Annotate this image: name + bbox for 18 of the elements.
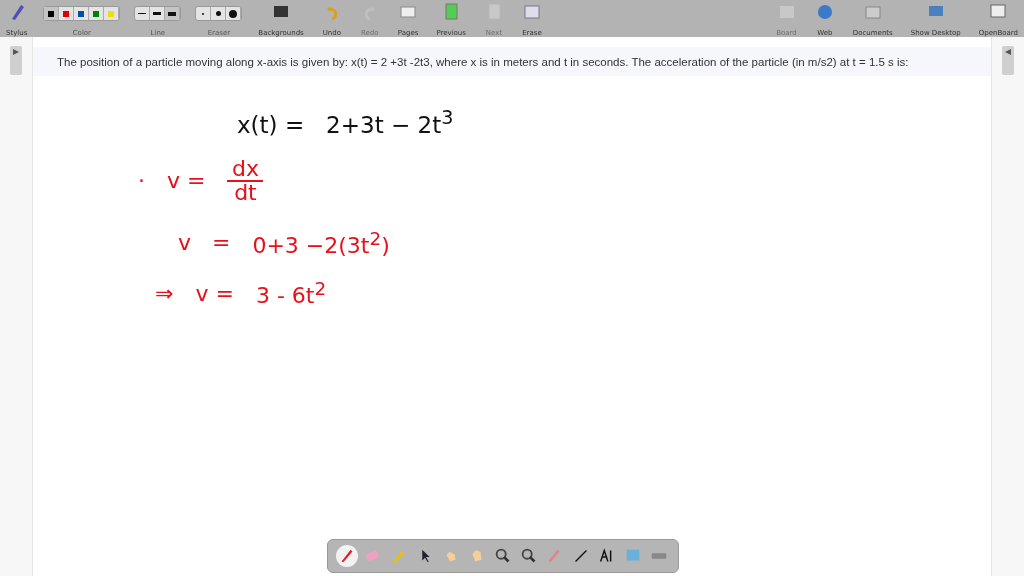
handwritten-text: v =	[195, 280, 234, 306]
handwritten-text: 3 - 6t$^{2}$	[255, 278, 327, 309]
handwritten-text: 0+3 −2(3t$^{2}$)	[252, 227, 390, 258]
arrow-icon	[1005, 49, 1011, 55]
handwritten-fraction: dx dt	[227, 157, 264, 204]
side-panel[interactable]	[10, 46, 22, 75]
handwritten-text: v =	[167, 168, 206, 194]
side-panel[interactable]	[1002, 46, 1014, 75]
tool-button[interactable]	[336, 545, 358, 567]
color-swatch[interactable]	[44, 7, 60, 20]
handwritten-mark: ⇒	[155, 280, 174, 306]
arrow-icon	[13, 49, 19, 55]
handwritten-mark: ·	[138, 168, 145, 194]
line-width-option[interactable]	[135, 7, 151, 20]
line-width-option[interactable]	[165, 7, 181, 20]
question-text: The position of a particle moving along x-axis is given by: x(t) = 2 +3t -2t3, where x is in meters and t in seconds. The acceleration of the particle (in m/s2) at t = 1.5 s is:	[33, 47, 991, 76]
handwritten-equation: x(t) = 2+3t − 2t$^{3}$	[237, 106, 454, 138]
handwritten-text: v =	[178, 230, 231, 256]
